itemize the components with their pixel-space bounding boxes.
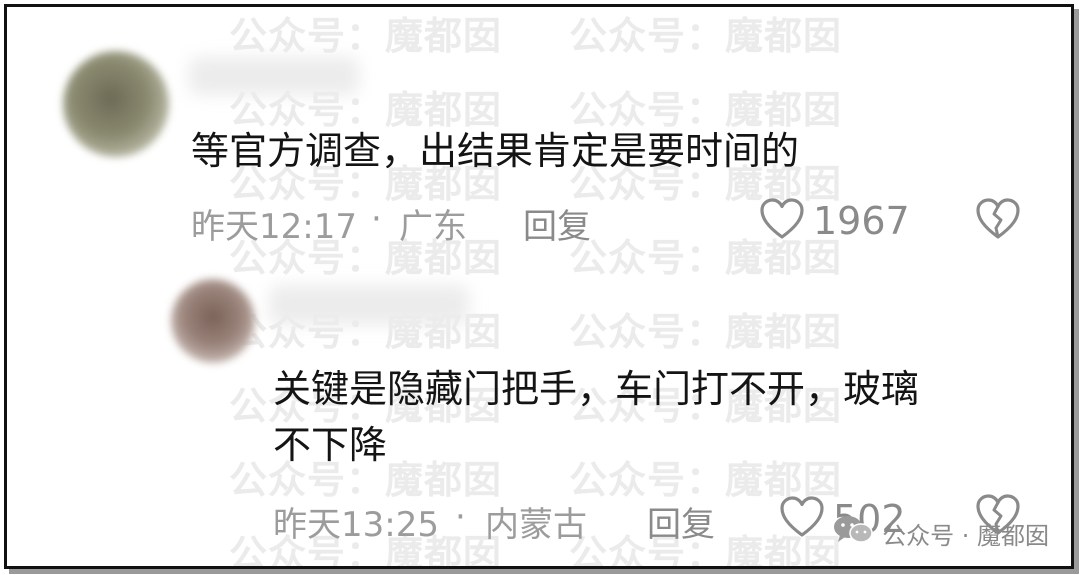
like-count: 1967 bbox=[813, 199, 910, 243]
reply-button[interactable]: 回复 bbox=[647, 497, 715, 546]
brand-watermark: 公众号 · 魔都囡 bbox=[832, 514, 1049, 552]
heart-icon bbox=[779, 495, 825, 543]
comment-location: 内蒙古 bbox=[485, 505, 587, 545]
brand-text: 公众号 · 魔都囡 bbox=[882, 521, 1049, 550]
avatar[interactable] bbox=[171, 279, 255, 363]
comment-time: 昨天13:25 bbox=[273, 505, 439, 545]
reply-button[interactable]: 回复 bbox=[523, 199, 591, 248]
dislike-button[interactable] bbox=[975, 197, 1021, 245]
avatar[interactable] bbox=[63, 51, 169, 157]
comment-screenshot: 公众号：魔都囡 公众号：魔都囡 公众号：魔都囡 公众号：魔都囡 公众号：魔都囡 … bbox=[4, 4, 1074, 569]
comment-text: 等官方调查，出结果肯定是要时间的 bbox=[191, 129, 800, 173]
username-redacted[interactable] bbox=[189, 57, 359, 95]
comment-text: 关键是隐藏门把手，车门打不开，玻璃 不下降 bbox=[273, 367, 920, 467]
heart-icon bbox=[759, 197, 805, 245]
like-button[interactable]: 1967 bbox=[759, 197, 910, 245]
meta-separator: · bbox=[371, 199, 382, 239]
broken-heart-icon bbox=[975, 198, 1021, 245]
wechat-icon bbox=[832, 514, 874, 552]
comment-item: 等官方调查，出结果肯定是要时间的 昨天12:17 · 广东 回复 1967 bbox=[7, 7, 1071, 257]
meta-separator: · bbox=[455, 497, 466, 537]
username-redacted[interactable] bbox=[269, 285, 469, 325]
comment-time: 昨天12:17 bbox=[191, 207, 357, 247]
comment-location: 广东 bbox=[399, 207, 467, 247]
